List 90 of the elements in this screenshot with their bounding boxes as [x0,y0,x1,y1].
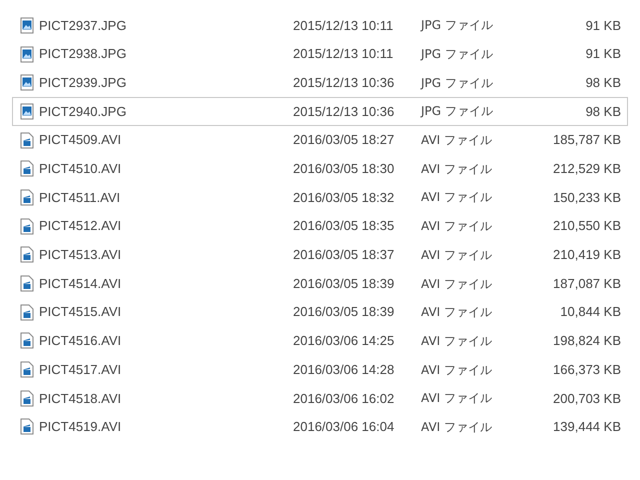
file-date: 2016/03/05 18:39 [293,274,396,293]
file-date: 2016/03/06 14:25 [293,332,396,350]
file-row[interactable]: PICT4513.AVI 2016/03/05 18:37 AVI ファイル 210,419 KB [12,240,628,270]
image-file-icon [20,46,34,63]
file-date: 2016/03/05 18:35 [293,217,396,236]
file-name: PICT4515.AVI [39,303,122,322]
file-size: 139,444 KB [552,418,621,436]
file-name: PICT4517.AVI [39,360,122,379]
file-size: 98 KB [584,74,621,92]
file-type: AVI ファイル [421,160,494,178]
file-type: AVI ファイル [421,218,494,236]
file-row[interactable]: PICT4510.AVI 2016/03/05 18:30 AVI ファイル 212,529 KB [12,154,628,184]
file-row[interactable]: PICT4511.AVI 2016/03/05 18:32 AVI ファイル 150,233 KB [12,183,628,212]
file-date: 2015/12/13 10:11 [293,45,394,64]
file-type: AVI ファイル [421,246,494,264]
file-row[interactable]: PICT4517.AVI 2016/03/06 14:28 AVI ファイル 166,373 KB [12,355,628,384]
file-type: AVI ファイル [421,132,494,150]
file-row[interactable]: PICT4516.AVI 2016/03/06 14:25 AVI ファイル 198,824 KB [12,326,628,356]
file-row[interactable]: PICT4514.AVI 2016/03/05 18:39 AVI ファイル 187,087 KB [12,269,628,298]
file-size: 185,787 KB [552,131,621,150]
file-size: 210,550 KB [552,217,621,236]
file-name: PICT4514.AVI [39,274,122,293]
file-row[interactable]: PICT4519.AVI 2016/03/06 16:04 AVI ファイル 139,444 KB [12,412,628,442]
file-row[interactable]: PICT2937.JPG 2015/12/13 10:11 JPG ファイル 91 KB [12,11,628,40]
video-file-icon [20,218,34,235]
file-row[interactable]: PICT4509.AVI 2016/03/05 18:27 AVI ファイル 185,787 KB [12,126,628,154]
file-type: AVI ファイル [421,304,494,322]
file-date: 2016/03/05 18:32 [293,188,396,207]
file-date: 2016/03/05 18:27 [293,131,396,150]
file-name: PICT4509.AVI [39,131,122,150]
file-row[interactable]: PICT2938.JPG 2015/12/13 10:11 JPG ファイル 91 KB [12,40,628,68]
video-file-icon [20,246,34,264]
file-type: AVI ファイル [421,276,494,293]
video-file-icon [20,132,34,149]
file-type: JPG ファイル [421,103,494,120]
file-row[interactable]: PICT2939.JPG 2015/12/13 10:36 JPG ファイル 98 KB [12,68,628,98]
file-size: 91 KB [584,16,621,35]
file-date: 2016/03/06 16:02 [293,390,396,408]
file-size: 198,824 KB [552,332,621,350]
image-file-icon [20,102,34,120]
file-date: 2016/03/05 18:39 [293,303,396,322]
file-type: AVI ファイル [421,362,494,379]
file-date: 2016/03/05 18:30 [293,160,396,178]
file-type: JPG ファイル [421,74,494,92]
file-date: 2016/03/06 16:04 [293,418,396,436]
file-size: 10,844 KB [559,303,621,322]
file-row[interactable]: PICT4512.AVI 2016/03/05 18:35 AVI ファイル 210,550 KB [12,212,628,240]
file-date: 2015/12/13 10:36 [293,102,396,121]
file-type: JPG ファイル [421,46,494,64]
file-type: AVI ファイル [421,418,494,436]
file-type: AVI ファイル [421,390,494,408]
file-type: JPG ファイル [421,17,494,34]
file-row[interactable]: PICT4518.AVI 2016/03/06 16:02 AVI ファイル 200,703 KB [12,384,628,413]
file-name: PICT4512.AVI [39,217,122,236]
file-name: PICT4519.AVI [39,418,122,436]
video-file-icon [20,361,34,378]
file-size: 91 KB [584,45,621,64]
file-name: PICT4513.AVI [39,246,122,264]
video-file-icon [20,160,34,178]
file-name: PICT2938.JPG [39,45,128,64]
file-type: AVI ファイル [421,332,494,350]
file-name: PICT2939.JPG [39,74,128,92]
file-row[interactable]: PICT2940.JPG 2015/12/13 10:36 JPG ファイル 98 KB [12,97,628,126]
file-size: 210,419 KB [552,246,621,264]
file-name: PICT4510.AVI [39,160,122,178]
file-date: 2016/03/05 18:37 [293,246,396,264]
file-size: 187,087 KB [552,274,621,293]
file-name: PICT4516.AVI [39,332,122,350]
file-size: 212,529 KB [552,160,621,178]
video-file-icon [20,418,34,436]
image-file-icon [20,16,34,34]
video-file-icon [20,304,34,321]
file-size: 150,233 KB [552,188,621,207]
video-file-icon [20,332,34,350]
file-name: PICT2940.JPG [39,102,128,121]
file-size: 200,703 KB [552,390,621,408]
file-size: 98 KB [584,102,621,121]
video-file-icon [20,390,34,407]
file-name: PICT2937.JPG [39,16,128,35]
video-file-icon [20,188,34,206]
file-date: 2015/12/13 10:11 [293,16,394,35]
file-name: PICT4511.AVI [39,188,122,207]
image-file-icon [20,74,34,92]
file-name: PICT4518.AVI [39,390,122,408]
file-date: 2015/12/13 10:36 [293,74,396,92]
video-file-icon [20,275,34,292]
file-type: AVI ファイル [421,189,494,206]
file-size: 166,373 KB [552,360,621,379]
file-row[interactable]: PICT4515.AVI 2016/03/05 18:39 AVI ファイル 10,844 KB [12,298,628,327]
file-date: 2016/03/06 14:28 [293,360,396,379]
